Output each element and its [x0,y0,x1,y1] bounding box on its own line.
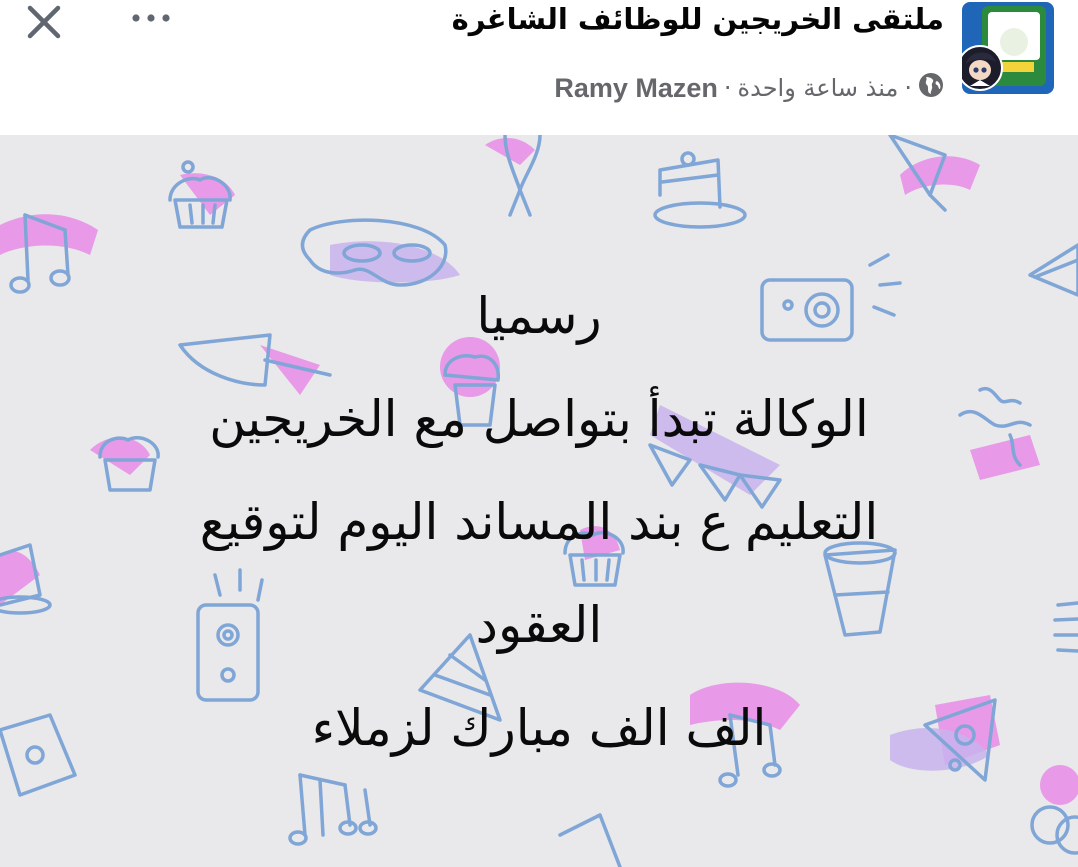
post-text-line: الوكالة تبدأ بتواصل مع الخريجين [209,390,869,448]
group-avatar[interactable] [957,2,1054,94]
post-text-line: رسميا [476,287,602,345]
meta-separator: · [723,74,732,102]
close-icon[interactable] [24,2,64,42]
post-text-line: التعليم ع بند المساند اليوم لتوقيع [199,493,879,551]
post-text-line: العقود [475,596,603,654]
post-text: رسميا الوكالة تبدأ بتواصل مع الخريجين ال… [0,265,1078,780]
post-header: ملتقى الخريجين للوظائف الشاغرة · منذ ساع… [0,0,1078,135]
post-text-line: الف الف مبارك لزملاء [311,699,767,757]
group-name-link[interactable]: ملتقى الخريجين للوظائف الشاغرة [452,2,944,36]
post-meta: · منذ ساعة واحدة · Ramy Mazen [554,70,944,106]
post-image[interactable]: رسميا الوكالة تبدأ بتواصل مع الخريجين ال… [0,135,1078,867]
meta-separator: · [904,74,912,102]
post-timestamp[interactable]: منذ ساعة واحدة [738,74,899,102]
globe-icon [918,72,944,104]
more-dots-icon[interactable] [128,8,174,28]
author-name[interactable]: Ramy Mazen [554,73,718,104]
